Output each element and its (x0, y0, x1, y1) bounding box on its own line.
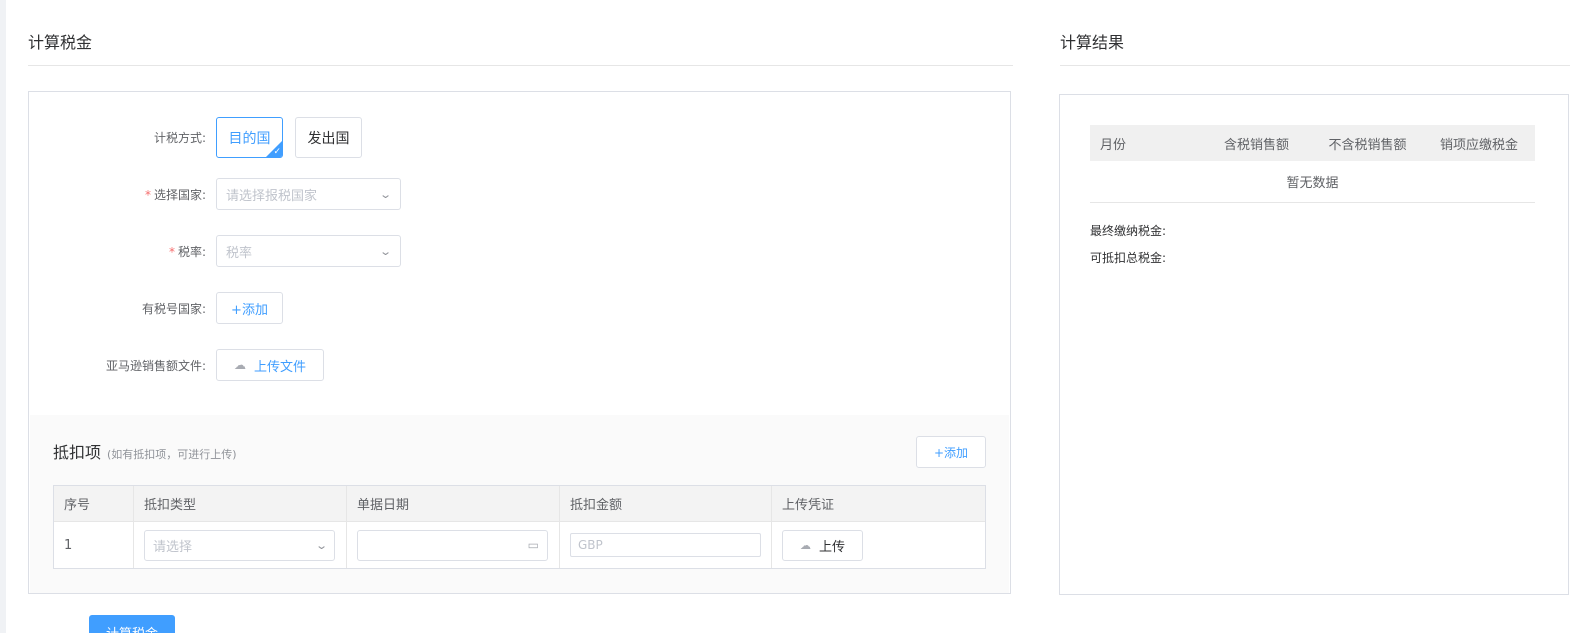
method-option-destination-label: 目的国 (228, 130, 271, 147)
result-section-title: 计算结果 (1060, 33, 1125, 52)
country-row: * 选择国家: 请选择报税国家 ⌄ (29, 178, 401, 210)
cloud-upload-icon: ☁ (233, 358, 246, 372)
deduction-amount-placeholder: GBP (578, 538, 603, 552)
rate-select-placeholder: 税率 (226, 245, 253, 261)
tax-country-add-button[interactable]: +添加 (216, 292, 283, 324)
calc-form-panel: 计税方式: 目的国 ✓ 发出国 * 选择国家: 请选择报税国家 ⌄ * 税率: 税率… (28, 91, 1011, 594)
column-header-amount: 抵扣金额 (560, 486, 772, 521)
column-header-voucher: 上传凭证 (782, 498, 835, 513)
calendar-icon: ▭ (527, 538, 539, 552)
tax-country-label: 有税号国家: (141, 301, 206, 316)
file-upload-label: 上传文件 (253, 359, 306, 375)
row-index: 1 (54, 521, 134, 568)
row-date-cell: ▭ (347, 521, 560, 568)
deduction-type-select[interactable]: 请选择 ⌄ (144, 529, 335, 561)
method-option-origin-label: 发出国 (307, 130, 350, 147)
column-header-index: 序号 (54, 486, 134, 521)
check-icon: ✓ (273, 147, 281, 157)
method-option-destination[interactable]: 目的国 ✓ (216, 117, 283, 158)
deduction-title-text: 抵扣项 (53, 443, 102, 462)
deduction-section: 抵扣项 (如有抵扣项，可进行上传) +添加 序号 抵扣类型 单据日期 抵扣金额 上… (30, 415, 1009, 593)
result-table: 月份 含税销售额 不含税销售额 销项应缴税金 暂无数据 (1090, 125, 1535, 203)
deduction-type-placeholder: 请选择 (153, 539, 193, 555)
rate-label: * 税率: (29, 243, 216, 260)
deduction-hint: (如有抵扣项，可进行上传) (107, 448, 237, 461)
chevron-down-icon: ⌄ (314, 538, 328, 552)
country-select-placeholder: 请选择报税国家 (226, 188, 318, 204)
method-row: 计税方式: 目的国 ✓ 发出国 (29, 117, 374, 158)
chevron-down-icon: ⌄ (378, 187, 392, 201)
left-gutter (0, 0, 6, 633)
voucher-upload-button[interactable]: ☁ 上传 (782, 529, 863, 561)
column-header-date: 单据日期 (347, 486, 560, 521)
deduction-title: 抵扣项 (如有抵扣项，可进行上传) (53, 439, 237, 463)
column-header-sales-incl-tax: 含税销售额 (1223, 137, 1289, 153)
file-label: 亚马逊销售额文件: (105, 358, 206, 373)
table-row: 1 请选择 ⌄ ▭ GBP ☁ 上传 (54, 521, 985, 568)
calc-title-divider (28, 65, 1013, 66)
file-upload-button[interactable]: ☁ 上传文件 (216, 349, 324, 381)
deduction-table-header: 序号 抵扣类型 单据日期 抵扣金额 上传凭证 (54, 486, 985, 521)
deductible-tax-label: 可抵扣总税金: (1090, 251, 1167, 265)
result-empty-text: 暂无数据 (1090, 161, 1535, 203)
tax-country-row: 有税号国家: +添加 (29, 292, 283, 324)
required-mark: * (144, 187, 151, 202)
required-mark: * (168, 244, 175, 259)
result-panel: 月份 含税销售额 不含税销售额 销项应缴税金 暂无数据 最终缴纳税金: 可抵扣总… (1059, 94, 1569, 595)
calc-section-title: 计算税金 (28, 33, 93, 52)
country-select[interactable]: 请选择报税国家 ⌄ (216, 178, 401, 210)
result-table-header: 月份 含税销售额 不含税销售额 销项应缴税金 (1090, 125, 1535, 161)
column-header-output-tax: 销项应缴税金 (1439, 137, 1518, 153)
country-label: * 选择国家: (29, 186, 216, 203)
column-header-sales-excl-tax: 不含税销售额 (1328, 137, 1407, 153)
calculate-button[interactable]: 计算税金 (89, 615, 175, 633)
method-label: 计税方式: (153, 131, 206, 145)
column-header-type: 抵扣类型 (134, 486, 347, 521)
deduction-add-button[interactable]: +添加 (916, 436, 986, 468)
document-date-picker[interactable]: ▭ (357, 529, 548, 561)
cloud-upload-icon: ☁ (799, 538, 811, 552)
final-tax-label: 最终缴纳税金: (1090, 224, 1167, 238)
row-amount-cell: GBP (560, 521, 772, 568)
deduction-amount-input[interactable]: GBP (570, 533, 761, 557)
chevron-down-icon: ⌄ (378, 244, 392, 258)
deduction-table: 序号 抵扣类型 单据日期 抵扣金额 上传凭证 1 请选择 ⌄ ▭ GBP ☁ 上… (53, 485, 986, 569)
voucher-upload-label: 上传 (818, 539, 845, 555)
row-type-cell: 请选择 ⌄ (134, 521, 347, 568)
column-header-month: 月份 (1100, 137, 1127, 153)
result-title-divider (1060, 65, 1570, 66)
method-option-origin[interactable]: 发出国 (295, 117, 362, 158)
rate-label-text: 税率: (177, 244, 206, 259)
country-label-text: 选择国家: (153, 187, 206, 202)
rate-row: * 税率: 税率 ⌄ (29, 235, 401, 267)
row-voucher-cell: ☁ 上传 (772, 521, 985, 568)
file-row: 亚马逊销售额文件: ☁ 上传文件 (29, 349, 324, 381)
rate-select[interactable]: 税率 ⌄ (216, 235, 401, 267)
